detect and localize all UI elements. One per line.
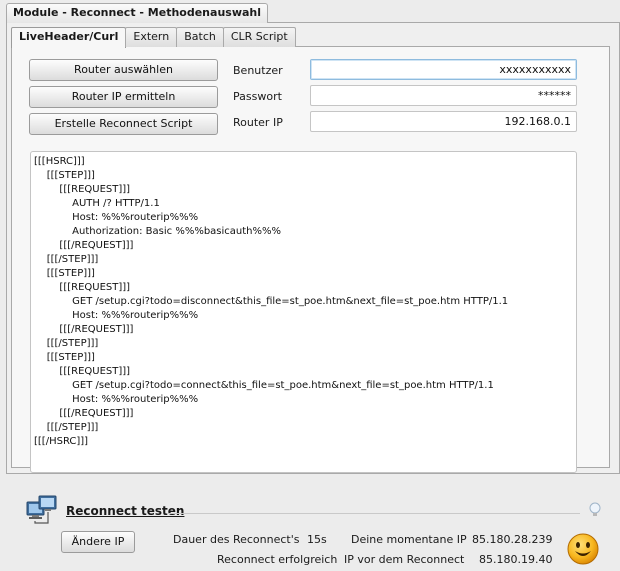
script-line: Host: %%%routerip%%%	[34, 212, 199, 223]
lightbulb-icon[interactable]	[589, 502, 601, 518]
create-reconnect-script-button[interactable]: Erstelle Reconnect Script	[29, 113, 218, 135]
user-field[interactable]: xxxxxxxxxxx	[310, 59, 577, 80]
script-line: [[[/HSRC]]]	[34, 436, 89, 447]
previous-ip-value: 85.180.19.40	[479, 553, 553, 566]
smiley-icon	[567, 533, 599, 565]
tab-extern[interactable]: Extern	[125, 27, 178, 47]
script-line: Authorization: Basic %%%basicauth%%%	[34, 226, 282, 237]
script-line: [[[STEP]]]	[34, 170, 95, 181]
script-line: [[[/STEP]]]	[34, 254, 99, 265]
reconnect-status-text: Reconnect erfolgreich	[217, 553, 338, 566]
section-divider	[168, 513, 580, 514]
method-tabs: LiveHeader/Curl Extern Batch CLR Script	[11, 27, 296, 48]
script-line: Host: %%%routerip%%%	[34, 394, 199, 405]
script-line: [[[/REQUEST]]]	[34, 240, 134, 251]
previous-ip-label: IP vor dem Reconnect	[344, 553, 465, 566]
script-line: Host: %%%routerip%%%	[34, 310, 199, 321]
script-line: [[[/STEP]]]	[34, 338, 99, 349]
password-field[interactable]: ******	[310, 85, 577, 106]
tab-clr-script[interactable]: CLR Script	[222, 27, 296, 47]
tab-liveheader-curl[interactable]: LiveHeader/Curl	[11, 27, 127, 48]
network-computers-icon	[26, 495, 58, 525]
duration-label: Dauer des Reconnect's	[173, 533, 300, 546]
script-line: [[[STEP]]]	[34, 268, 95, 279]
module-title-tab: Module - Reconnect - Methodenauswahl	[6, 3, 269, 23]
script-line: [[[REQUEST]]]	[34, 282, 131, 293]
reconnect-script-editor[interactable]: [[[HSRC]]] [[[STEP]]] [[[REQUEST]]] AUTH…	[30, 151, 577, 473]
script-line: [[[/REQUEST]]]	[34, 408, 134, 419]
router-ip-field[interactable]: 192.168.0.1	[310, 111, 577, 132]
script-line: [[[STEP]]]	[34, 352, 95, 363]
script-line: [[[/REQUEST]]]	[34, 324, 134, 335]
reconnect-test-title: Reconnect testen	[66, 504, 185, 518]
script-line: [[[/STEP]]]	[34, 422, 99, 433]
detect-router-ip-button[interactable]: Router IP ermitteln	[29, 86, 218, 108]
router-ip-label: Router IP	[233, 116, 283, 129]
current-ip-label: Deine momentane IP	[351, 533, 467, 546]
script-line: [[[HSRC]]]	[34, 156, 85, 167]
script-line: GET /setup.cgi?todo=connect&this_file=st…	[34, 380, 494, 391]
select-router-button[interactable]: Router auswählen	[29, 59, 218, 81]
script-line: [[[REQUEST]]]	[34, 184, 131, 195]
script-line: GET /setup.cgi?todo=disconnect&this_file…	[34, 296, 509, 307]
current-ip-value: 85.180.28.239	[472, 533, 553, 546]
user-label: Benutzer	[233, 64, 283, 77]
duration-value: 15s	[307, 533, 327, 546]
change-ip-button[interactable]: Ändere IP	[61, 531, 135, 553]
script-text: [[[HSRC]]] [[[STEP]]] [[[REQUEST]]] AUTH…	[34, 155, 508, 449]
script-line: AUTH /? HTTP/1.1	[34, 198, 160, 209]
script-line: [[[REQUEST]]]	[34, 366, 131, 377]
tab-batch[interactable]: Batch	[176, 27, 224, 47]
password-label: Passwort	[233, 90, 282, 103]
